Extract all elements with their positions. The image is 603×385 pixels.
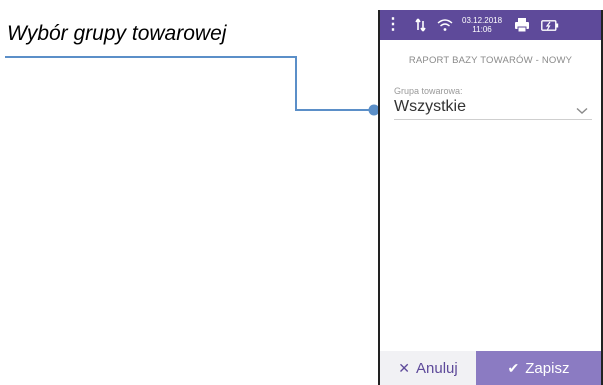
product-group-select[interactable]: Wszystkie — [394, 98, 592, 120]
save-button-label: Zapisz — [525, 359, 570, 377]
screen-title: RAPORT BAZY TOWARÓW - NOWY — [408, 55, 573, 66]
device-screen: ⋮ 03.12.2018 11:06 RAPORT BAZY TOWARÓW -… — [378, 10, 603, 385]
data-transfer-icon — [412, 18, 430, 32]
checkmark-icon: ✔ — [507, 359, 520, 376]
cancel-button-label: Anuluj — [416, 359, 458, 377]
bottom-action-bar: ✕ Anuluj ✔ Zapisz — [380, 351, 601, 385]
status-date: 03.12.2018 — [462, 16, 503, 25]
wifi-icon — [436, 18, 454, 32]
battery-icon — [540, 19, 560, 31]
close-icon: ✕ — [398, 359, 411, 376]
product-group-value: Wszystkie — [394, 98, 466, 115]
group-field-label: Grupa towarowa: — [394, 86, 463, 96]
status-bar: ⋮ 03.12.2018 11:06 — [380, 10, 601, 40]
status-datetime: 03.12.2018 11:06 — [462, 16, 502, 34]
status-time: 11:06 — [472, 25, 492, 34]
printer-icon — [512, 17, 532, 33]
cancel-button[interactable]: ✕ Anuluj — [380, 351, 476, 385]
chevron-down-icon — [576, 102, 588, 120]
menu-dots-icon[interactable]: ⋮ — [385, 17, 401, 33]
save-button[interactable]: ✔ Zapisz — [476, 351, 601, 385]
